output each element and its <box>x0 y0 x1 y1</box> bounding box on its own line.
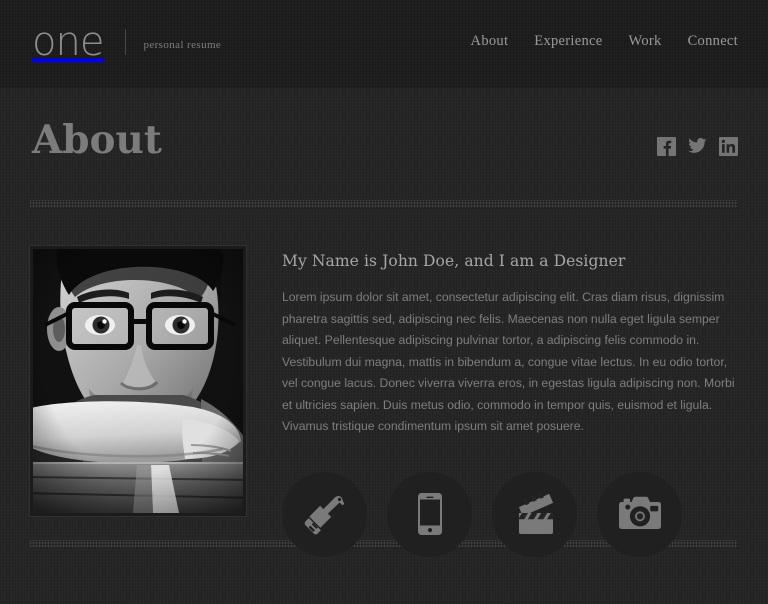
smartphone-icon <box>407 491 453 537</box>
divider-top <box>30 200 738 209</box>
profile-photo <box>33 249 243 513</box>
page-title: About <box>32 117 162 163</box>
linkedin-icon[interactable] <box>719 137 738 156</box>
paintbrush-icon <box>302 491 348 537</box>
about-body-text: Lorem ipsum dolor sit amet, consectetur … <box>282 290 735 433</box>
nav-link-work[interactable]: Work <box>629 33 662 50</box>
service-item-video[interactable] <box>492 471 577 557</box>
title-bar: About <box>0 88 768 196</box>
nav-link-experience[interactable]: Experience <box>534 33 602 50</box>
header-inner: one personal resume About Experience Wor… <box>30 0 738 88</box>
title-bar-inner: About <box>30 88 738 196</box>
camera-icon <box>617 491 663 537</box>
about-heading: My Name is John Doe, and I am a Designer <box>282 252 626 270</box>
twitter-icon[interactable] <box>688 137 707 156</box>
service-icons <box>282 471 738 557</box>
clapperboard-icon <box>512 491 558 537</box>
brand-separator <box>125 29 127 55</box>
facebook-icon[interactable] <box>657 137 676 156</box>
brand-logo-text: one <box>32 19 104 65</box>
profile-photo-frame <box>30 246 246 516</box>
nav-link-connect[interactable]: Connect <box>688 33 738 50</box>
social-links <box>657 137 738 156</box>
brand-logo-link[interactable]: one personal resume <box>32 22 221 62</box>
service-item-photography[interactable] <box>597 471 682 557</box>
page-root: one personal resume About Experience Wor… <box>0 0 768 604</box>
about-section: My Name is John Doe, and I am a Designer… <box>30 230 738 557</box>
about-text-column: My Name is John Doe, and I am a Designer… <box>246 230 738 557</box>
brand-tagline: personal resume <box>143 39 222 51</box>
about-row: My Name is John Doe, and I am a Designer… <box>30 230 738 557</box>
nav-link-about[interactable]: About <box>471 33 509 50</box>
site-header: one personal resume About Experience Wor… <box>0 0 768 88</box>
service-item-design[interactable] <box>282 471 367 557</box>
main-nav: About Experience Work Connect <box>471 33 738 50</box>
service-item-mobile[interactable] <box>387 471 472 557</box>
